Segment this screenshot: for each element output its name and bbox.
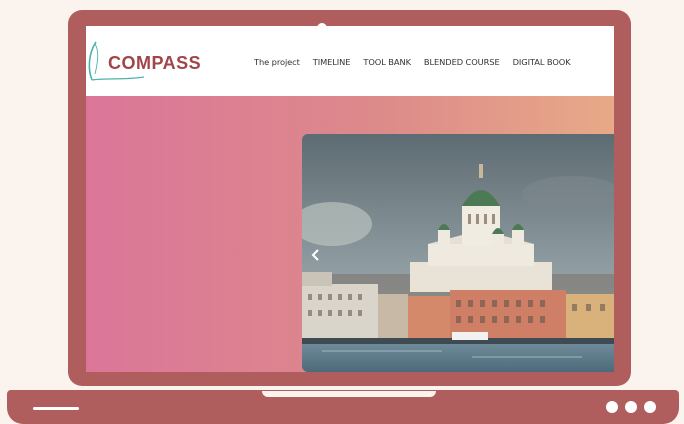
site-header: COMPASS The project TIMELINE TOOL BANK B…	[86, 26, 614, 96]
hero-slider	[302, 134, 614, 372]
site-logo[interactable]: COMPASS	[86, 40, 206, 84]
brand-name: COMPASS	[108, 53, 202, 73]
main-nav: The project TIMELINE TOOL BANK BLENDED C…	[254, 57, 571, 67]
nav-blended-course[interactable]: BLENDED COURSE	[424, 57, 500, 67]
indicator-dots	[606, 401, 656, 413]
nav-tool-bank[interactable]: TOOL BANK	[363, 57, 411, 67]
indicator-dot	[606, 401, 618, 413]
base-line-decoration	[33, 407, 79, 410]
nav-digital-book[interactable]: DIGITAL BOOK	[513, 57, 571, 67]
laptop-hinge	[262, 391, 436, 397]
nav-timeline[interactable]: TIMELINE	[313, 57, 351, 67]
indicator-dot	[644, 401, 656, 413]
chevron-left-icon[interactable]	[310, 248, 322, 262]
indicator-dot	[625, 401, 637, 413]
laptop-screen: COMPASS The project TIMELINE TOOL BANK B…	[86, 26, 614, 372]
nav-the-project[interactable]: The project	[254, 57, 300, 67]
city-harbour-photo	[302, 134, 614, 372]
